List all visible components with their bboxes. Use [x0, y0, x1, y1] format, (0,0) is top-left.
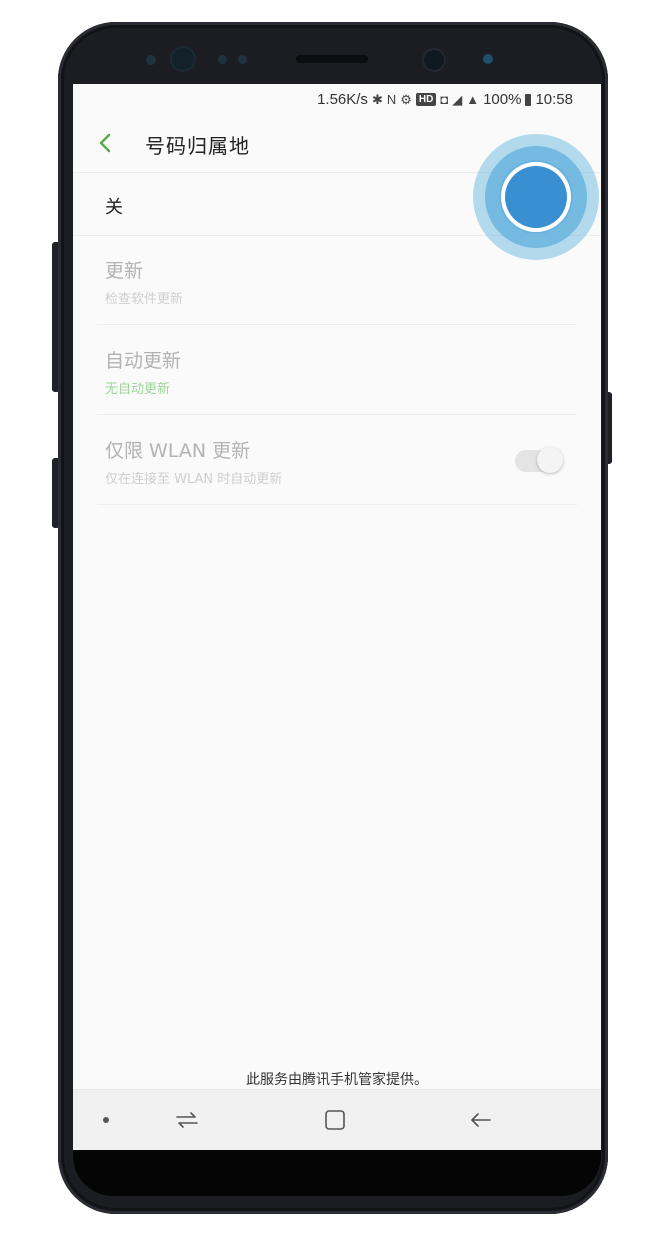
- sensor-icon: [218, 55, 227, 64]
- phone-screen: 1.56K/s ✱ N ⚙ HD ◘ ◢ ▲ 100% 10:58 号码归属地 …: [73, 84, 601, 1150]
- clock: 10:58: [535, 91, 573, 108]
- iris-scanner-icon: [172, 48, 194, 70]
- hd-badge: HD: [415, 93, 437, 106]
- sensor-icon: [238, 55, 247, 64]
- setting-wlan-only[interactable]: 仅限 WLAN 更新 仅在连接至 WLAN 时自动更新: [97, 416, 577, 505]
- setting-subtitle: 检查软件更新: [105, 292, 184, 307]
- network-speed: 1.56K/s: [317, 91, 368, 108]
- battery-icon: [525, 93, 532, 106]
- setting-subtitle: 无自动更新: [105, 382, 171, 397]
- chevron-left-icon[interactable]: [95, 132, 117, 154]
- bluetooth-icon: ✱: [371, 91, 383, 107]
- led-indicator-icon: [483, 54, 493, 64]
- status-items: 1.56K/s ✱ N ⚙ HD ◘ ◢ ▲ 100% 10:58: [317, 91, 573, 108]
- battery-percent: 100%: [483, 91, 522, 108]
- setting-title: 自动更新: [105, 350, 182, 372]
- master-switch-label: 关: [105, 197, 123, 218]
- wlan-only-toggle[interactable]: [515, 447, 563, 473]
- recent-apps-icon[interactable]: [173, 1106, 201, 1134]
- wifi-icon: ◢: [452, 91, 463, 107]
- earpiece-speaker: [296, 55, 368, 63]
- nfc-icon: N: [386, 92, 397, 107]
- front-camera-icon: [424, 50, 444, 70]
- sensor-icon: [146, 55, 156, 65]
- setting-title: 更新: [105, 260, 144, 282]
- setting-auto-update[interactable]: 自动更新 无自动更新: [97, 326, 577, 415]
- status-bar: 1.56K/s ✱ N ⚙ HD ◘ ◢ ▲ 100% 10:58: [73, 84, 601, 116]
- setting-title: 仅限 WLAN 更新: [105, 440, 251, 462]
- master-switch-toggle[interactable]: [505, 166, 567, 228]
- data-icon: ◘: [440, 92, 449, 107]
- navigation-bar: [73, 1089, 601, 1150]
- home-icon[interactable]: [321, 1106, 349, 1134]
- service-provider-note: 此服务由腾讯手机管家提供。: [246, 1072, 428, 1088]
- settings-status-icon: ⚙: [400, 91, 412, 107]
- back-arrow-icon[interactable]: [467, 1106, 495, 1134]
- nav-dot-icon[interactable]: [103, 1117, 109, 1123]
- phone-bottom-bezel: [73, 1150, 601, 1196]
- setting-subtitle: 仅在连接至 WLAN 时自动更新: [105, 472, 283, 487]
- signal-icon: ▲: [466, 92, 480, 107]
- page-title: 号码归属地: [145, 134, 250, 158]
- toggle-knob: [537, 447, 563, 473]
